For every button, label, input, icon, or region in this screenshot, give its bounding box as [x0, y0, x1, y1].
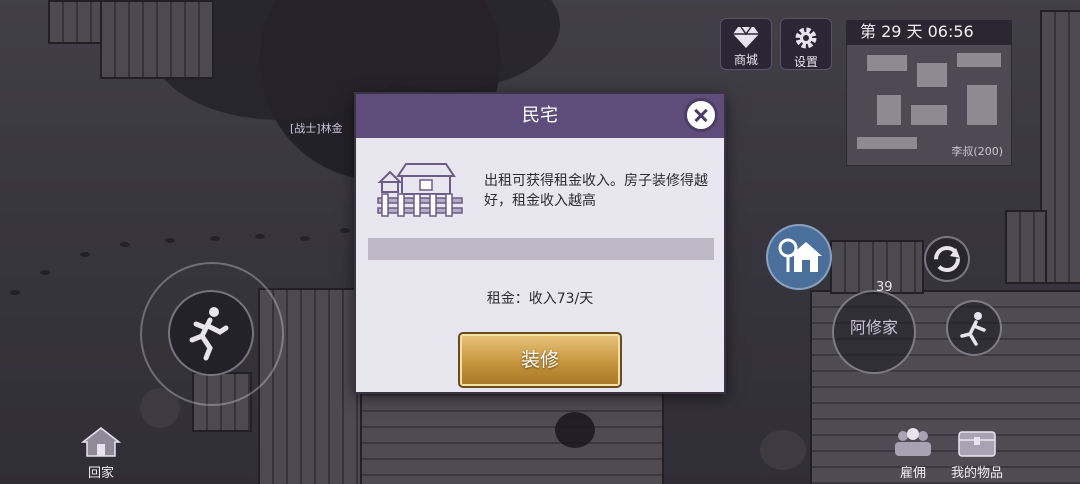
home-label: 回家: [87, 466, 114, 481]
decorate-button[interactable]: 装修: [458, 332, 622, 388]
rent-income-text: 租金：收入73/天: [486, 291, 594, 307]
decoration-progress-bar: [368, 238, 714, 260]
diamond-icon: [733, 26, 759, 48]
shop-button[interactable]: 商城: [720, 18, 772, 70]
home-button[interactable]: 回家: [78, 426, 124, 481]
minimap-building: [911, 105, 947, 125]
minimap-npc-label: 李叔(200): [951, 145, 1003, 158]
player-name-tag: [战士]林金: [290, 122, 343, 135]
chest-icon: [958, 431, 996, 457]
run-icon: [960, 312, 986, 346]
attack-button[interactable]: [946, 300, 1002, 356]
minimap-building: [867, 55, 907, 71]
dialog-description: 出租可获得租金收入。房子装修得越好，租金收入越高: [484, 173, 708, 209]
minimap-building: [967, 85, 997, 125]
target-name: 阿修家: [849, 318, 898, 337]
hire-button[interactable]: 雇佣: [888, 426, 938, 481]
house-icon: [377, 163, 463, 217]
target-reticle[interactable]: 阿修家: [832, 290, 916, 374]
dialog-title: 民宅: [522, 105, 558, 126]
my-items-label: 我的物品: [950, 466, 1003, 481]
run-icon: [189, 307, 229, 361]
home-key-icon: [778, 238, 822, 272]
close-icon[interactable]: [684, 98, 718, 132]
settings-button[interactable]: 设置: [780, 18, 832, 70]
gear-icon: [795, 27, 817, 49]
minimap-building: [957, 53, 1001, 67]
my-items-button[interactable]: 我的物品: [944, 426, 1010, 481]
minimap-building: [917, 63, 947, 87]
shop-label: 商城: [733, 53, 758, 67]
hire-label: 雇佣: [899, 466, 926, 481]
minimap-building: [877, 95, 901, 125]
minimap-building: [857, 137, 917, 149]
enemy-level: 39: [876, 280, 893, 295]
day-time-display: 第 29 天 06:56: [846, 20, 1012, 44]
house-key-button[interactable]: [766, 224, 832, 290]
settings-label: 设置: [793, 55, 818, 69]
crowd-icon: [895, 428, 931, 456]
refresh-icon: [934, 246, 960, 272]
minimap[interactable]: 李叔(200): [846, 44, 1012, 166]
decorate-button-label: 装修: [520, 349, 559, 371]
house-dialog: 民宅 出租可获得租金收入。房子装修得越好，租金收入越高 租金：收入73/天 装修: [354, 92, 726, 394]
house-icon: [80, 427, 122, 457]
switch-button[interactable]: [924, 236, 970, 282]
sprint-button[interactable]: [168, 290, 254, 376]
dialog-header: 民宅: [356, 94, 724, 138]
